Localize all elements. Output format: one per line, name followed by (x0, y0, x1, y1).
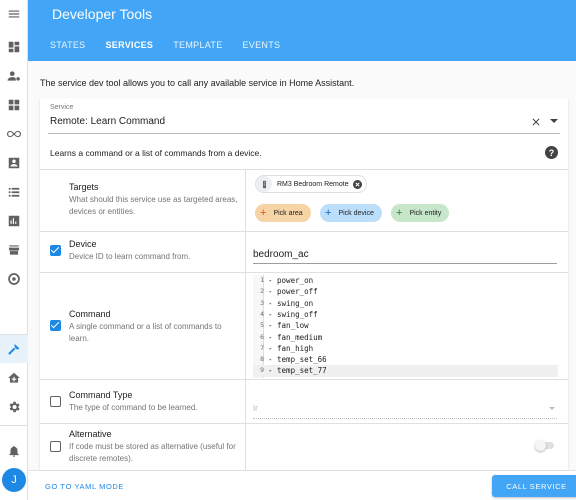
code-line: 7- fan_high (260, 343, 314, 353)
tab-bar: STATES SERVICES TEMPLATE EVENTS (40, 34, 290, 58)
home-plus-icon[interactable] (0, 364, 28, 392)
infinity-icon[interactable] (0, 120, 28, 148)
plus-icon: + (260, 206, 267, 219)
divider (40, 272, 568, 273)
toggle-knob (535, 440, 546, 451)
command-type-subtitle: The type of command to be learned. (69, 403, 198, 412)
command-type-select: ir (253, 399, 557, 419)
person-cog-icon[interactable] (0, 62, 28, 90)
clear-icon[interactable] (530, 116, 542, 128)
target-chip[interactable]: RM3 Bedroom Remote (255, 175, 367, 193)
command-type-title: Command Type (69, 390, 133, 400)
code-line: 9- temp_set_77 (253, 365, 558, 377)
sidebar-divider (0, 425, 28, 426)
code-line: 3- swing_on (260, 298, 314, 308)
divider (40, 231, 568, 232)
pick-area-button[interactable]: + Pick area (255, 204, 311, 222)
device-checkbox[interactable] (50, 245, 61, 256)
code-line: 6- fan_medium (260, 332, 323, 342)
code-line: 4- swing_off (260, 309, 318, 319)
dashboard-grid-icon[interactable] (0, 91, 28, 119)
plus-icon: + (325, 206, 332, 219)
yaml-mode-button[interactable]: GO TO YAML MODE (45, 482, 124, 491)
chart-icon[interactable] (0, 207, 28, 235)
alternative-toggle[interactable] (535, 440, 555, 451)
page-title: Developer Tools (52, 6, 153, 22)
divider (245, 169, 246, 470)
tab-states[interactable]: STATES (40, 34, 95, 58)
service-value: Remote: Learn Command (50, 116, 166, 127)
remove-chip-icon[interactable] (352, 179, 362, 189)
command-type-checkbox[interactable] (50, 396, 61, 407)
store-icon[interactable] (0, 236, 28, 264)
chevron-down-icon[interactable] (550, 119, 558, 123)
tab-events[interactable]: EVENTS (233, 34, 291, 58)
divider (40, 169, 568, 170)
call-service-button[interactable]: CALL SERVICE (492, 475, 576, 497)
command-type-value: ir (253, 403, 258, 413)
service-card: Service Remote: Learn Command Learns a c… (40, 98, 568, 470)
pick-device-label: Pick device (338, 209, 374, 217)
targets-subtitle: What should this service use as targeted… (69, 195, 238, 216)
pick-entity-button[interactable]: + Pick entity (391, 204, 450, 222)
divider (40, 423, 568, 424)
tab-template[interactable]: TEMPLATE (163, 34, 232, 58)
hammer-icon[interactable] (0, 335, 28, 363)
account-box-icon[interactable] (0, 149, 28, 177)
remote-icon (256, 176, 272, 192)
device-title: Device (69, 239, 97, 249)
menu-icon[interactable] (0, 0, 28, 28)
plus-icon: + (396, 206, 403, 219)
divider (40, 379, 568, 380)
service-label: Service (50, 104, 74, 111)
tab-services[interactable]: SERVICES (95, 34, 163, 58)
intro-text: The service dev tool allows you to call … (40, 78, 355, 88)
help-icon[interactable]: ? (545, 146, 558, 159)
sidebar: J (0, 0, 28, 500)
app-header: Developer Tools STATES SERVICES TEMPLATE… (28, 0, 576, 61)
gear-icon[interactable] (0, 393, 28, 421)
pick-area-label: Pick area (273, 209, 303, 217)
bell-icon[interactable] (0, 437, 28, 465)
command-code-editor[interactable]: 1- power_on 2- power_off 3- swing_on 4- … (253, 275, 558, 378)
dashboard-icon[interactable] (0, 33, 28, 61)
service-select[interactable]: Service Remote: Learn Command (48, 102, 560, 134)
pick-entity-label: Pick entity (409, 209, 442, 217)
pick-device-button[interactable]: + Pick device (320, 204, 382, 222)
avatar[interactable]: J (2, 468, 26, 492)
footer-bar: GO TO YAML MODE CALL SERVICE (28, 470, 576, 500)
code-line: 1- power_on (260, 276, 314, 285)
command-subtitle: A single command or a list of commands t… (69, 322, 222, 343)
command-checkbox[interactable] (50, 320, 61, 331)
targets-title: Targets (69, 182, 99, 192)
alternative-title: Alternative (69, 429, 112, 439)
service-description: Learns a command or a list of commands f… (50, 148, 262, 158)
list-icon[interactable] (0, 178, 28, 206)
code-line: 2- power_off (260, 287, 318, 297)
alternative-subtitle: If code must be stored as alternative (u… (69, 442, 236, 463)
device-subtitle: Device ID to learn command from. (69, 252, 191, 261)
device-input[interactable]: bedroom_ac (253, 246, 557, 264)
alternative-checkbox[interactable] (50, 441, 61, 452)
command-title: Command (69, 309, 111, 319)
code-line: 5- fan_low (260, 321, 309, 331)
chevron-down-icon (549, 407, 555, 410)
code-line: 8- temp_set_66 (260, 355, 327, 365)
target-chip-label: RM3 Bedroom Remote (277, 180, 349, 188)
radar-icon[interactable] (0, 265, 28, 293)
